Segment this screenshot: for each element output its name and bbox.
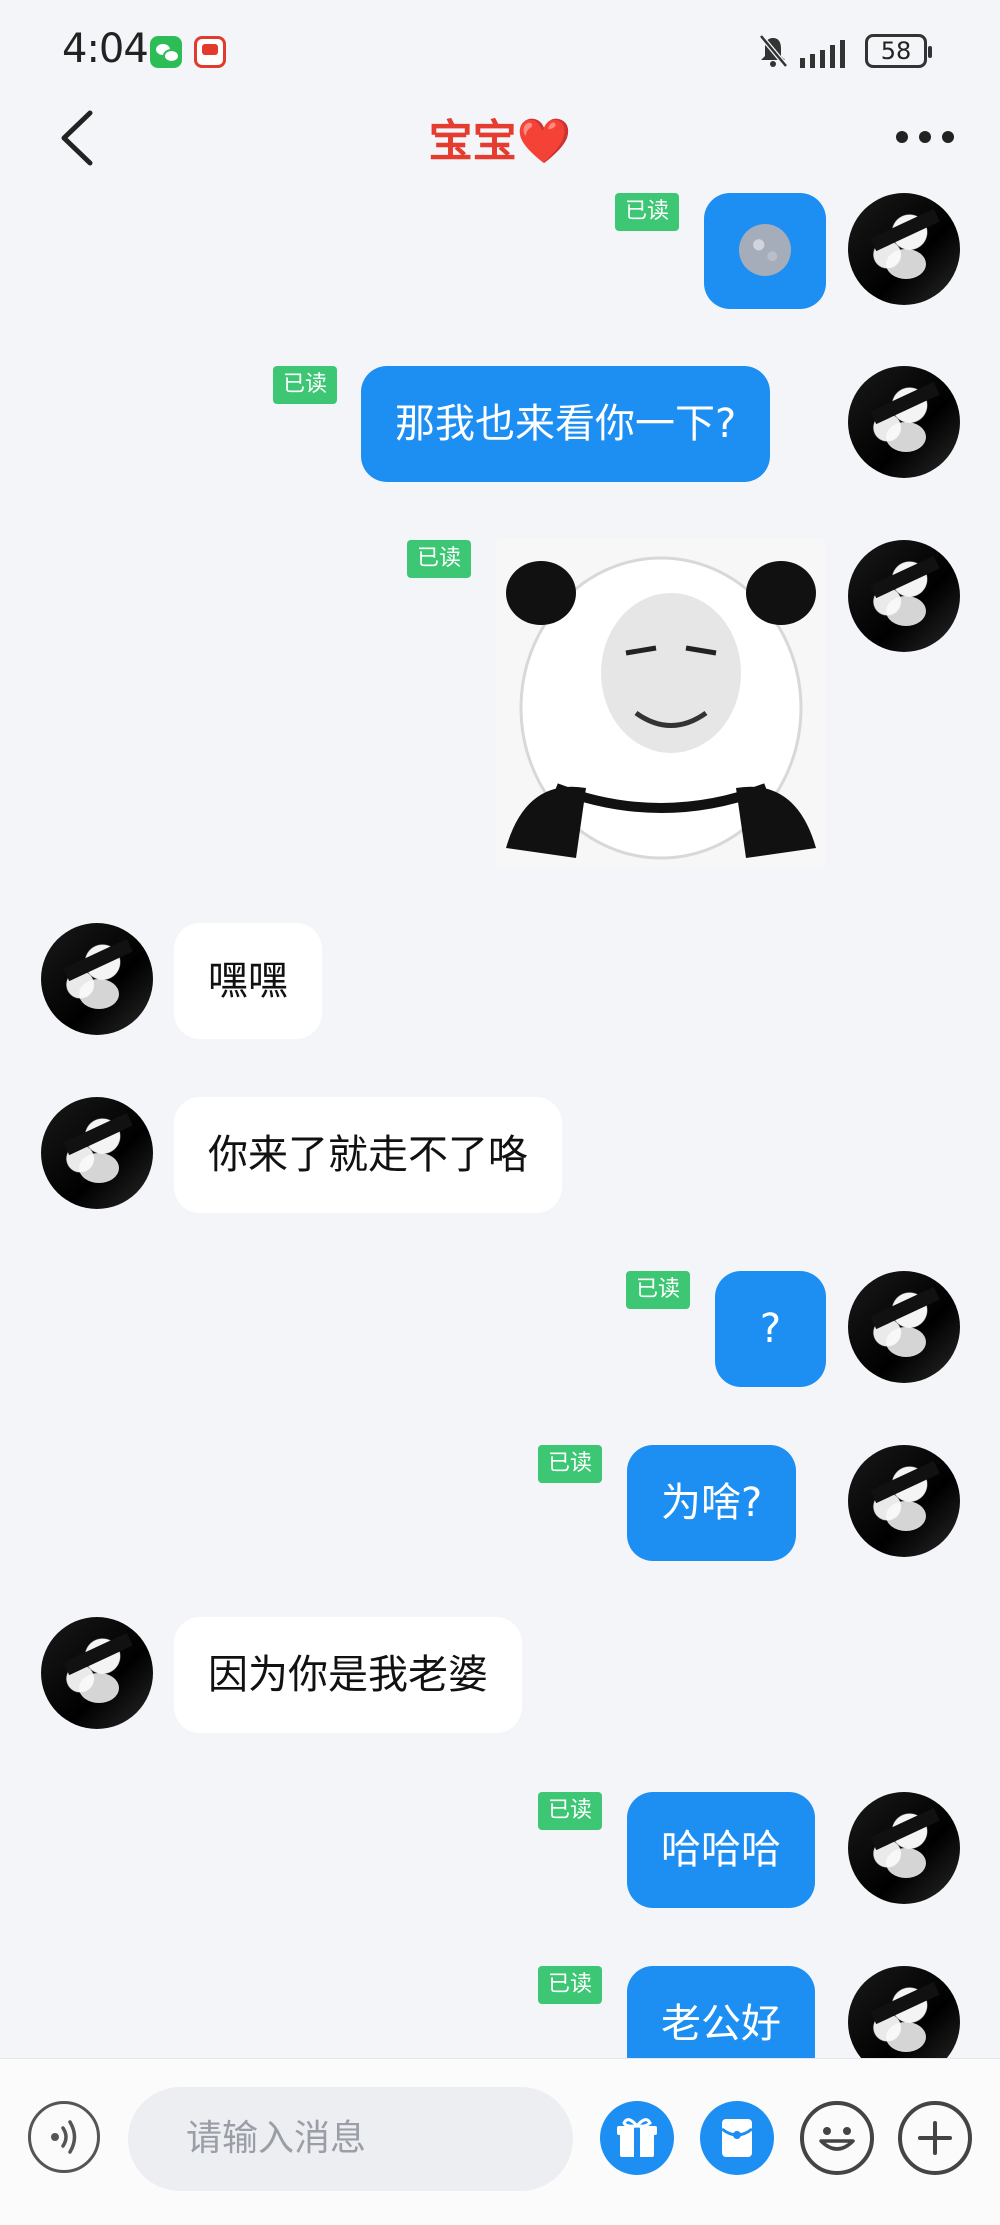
contact-avatar[interactable] bbox=[41, 1097, 153, 1209]
contact-avatar[interactable] bbox=[41, 923, 153, 1035]
moon-face-emoji-icon bbox=[739, 224, 791, 276]
status-time: 4:04 bbox=[62, 26, 149, 72]
plus-icon bbox=[918, 2121, 952, 2155]
read-badge: 已读 bbox=[615, 193, 680, 231]
composer-bar: 请输入消息 bbox=[0, 2058, 1000, 2225]
gift-icon bbox=[617, 2118, 657, 2157]
message-bubble[interactable]: ? bbox=[715, 1271, 826, 1387]
red-packet-icon bbox=[721, 2119, 753, 2157]
more-options-icon[interactable] bbox=[890, 117, 960, 157]
read-badge: 已读 bbox=[538, 1792, 603, 1830]
wechat-notification-icon bbox=[150, 36, 182, 68]
gift-button[interactable] bbox=[600, 2101, 674, 2175]
chat-header: 宝宝❤️ bbox=[0, 95, 1000, 185]
smiley-icon bbox=[819, 2127, 855, 2151]
voice-icon bbox=[51, 2120, 77, 2154]
battery-indicator: 58 bbox=[865, 34, 932, 68]
read-badge: 已读 bbox=[273, 366, 338, 404]
message-bubble[interactable] bbox=[704, 193, 826, 309]
read-badge: 已读 bbox=[538, 1445, 603, 1483]
message-input[interactable]: 请输入消息 bbox=[128, 2087, 573, 2191]
signal-icon bbox=[800, 40, 845, 68]
my-avatar[interactable] bbox=[848, 540, 960, 652]
message-bubble[interactable]: 嘿嘿 bbox=[174, 923, 322, 1039]
voice-input-button[interactable] bbox=[28, 2101, 100, 2173]
my-avatar[interactable] bbox=[848, 1445, 960, 1557]
app-notification-icon bbox=[194, 36, 226, 68]
message-bubble[interactable]: 因为你是我老婆 bbox=[174, 1617, 522, 1733]
contact-avatar[interactable] bbox=[41, 1617, 153, 1729]
more-actions-button[interactable] bbox=[898, 2101, 972, 2175]
chat-title: 宝宝❤️ bbox=[428, 116, 572, 167]
panda-meme-sticker[interactable] bbox=[496, 538, 826, 868]
my-avatar[interactable] bbox=[848, 193, 960, 305]
read-badge: 已读 bbox=[407, 540, 472, 578]
message-bubble[interactable]: 为啥? bbox=[627, 1445, 797, 1561]
my-avatar[interactable] bbox=[848, 1792, 960, 1904]
read-badge: 已读 bbox=[626, 1271, 691, 1309]
my-avatar[interactable] bbox=[848, 1271, 960, 1383]
emoji-button[interactable] bbox=[800, 2101, 874, 2175]
message-bubble[interactable]: 哈哈哈 bbox=[627, 1792, 815, 1908]
message-bubble[interactable]: 那我也来看你一下? bbox=[361, 366, 771, 482]
my-avatar[interactable] bbox=[848, 366, 960, 478]
message-bubble[interactable]: 你来了就走不了咯 bbox=[174, 1097, 562, 1213]
read-badge: 已读 bbox=[538, 1966, 603, 2004]
bell-muted-icon bbox=[759, 34, 788, 68]
status-bar: 4:04 58 bbox=[0, 0, 1000, 100]
red-packet-button[interactable] bbox=[700, 2101, 774, 2175]
